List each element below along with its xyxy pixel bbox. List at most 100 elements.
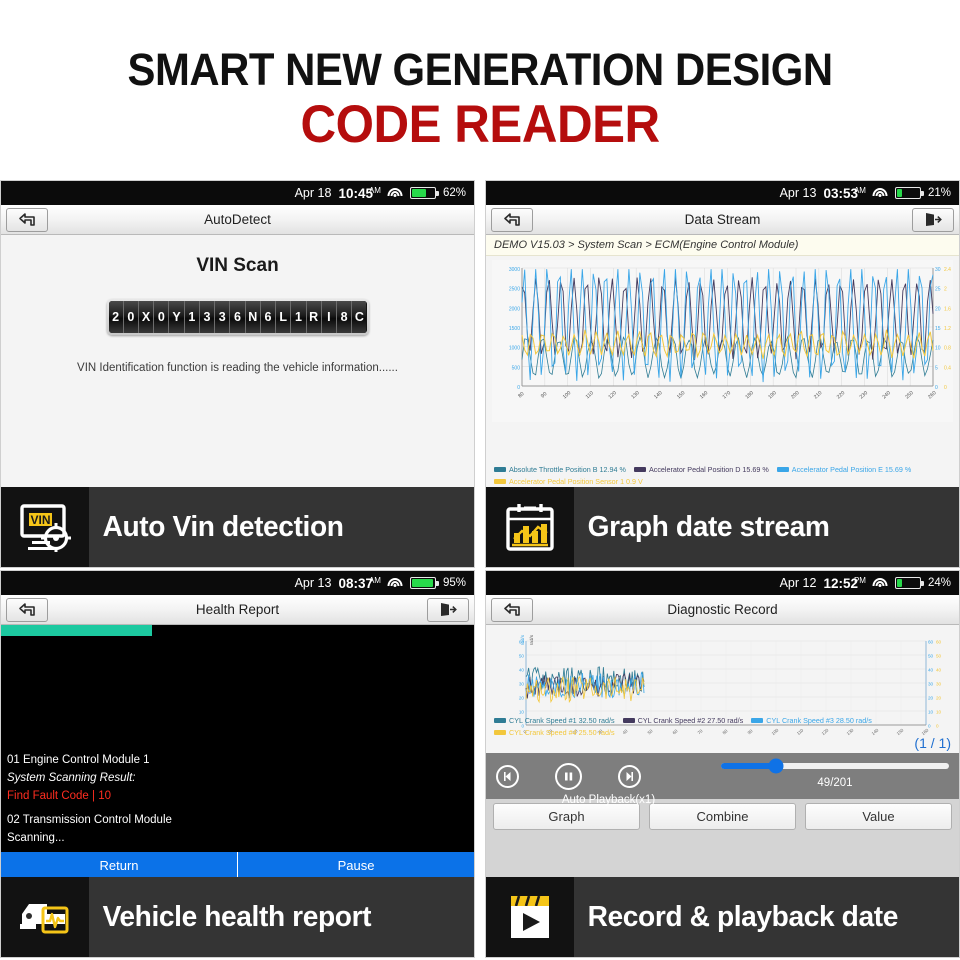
caption-data-stream: Graph date stream: [486, 487, 959, 567]
svg-text:20: 20: [928, 696, 934, 701]
svg-text:50: 50: [928, 654, 934, 659]
scan-console: 01 Engine Control Module 1 System Scannin…: [1, 625, 474, 879]
status-bar: Apr 18 10:45AM 62%: [1, 181, 474, 205]
scan-log: 01 Engine Control Module 1 System Scannin…: [1, 636, 474, 852]
bottom-filler: [486, 835, 959, 879]
legend-label: Absolute Throttle Position B 12.94 %: [509, 465, 626, 474]
legend-label: CYL Crank Speed #1 32.50 rad/s: [509, 716, 615, 725]
combine-button[interactable]: Combine: [649, 803, 796, 830]
status-time-group: 03:53AM: [823, 186, 866, 201]
svg-text:30: 30: [519, 682, 525, 687]
promo-header: SMART NEW GENERATION DESIGN CODE READER: [0, 0, 960, 180]
log-spacer: [7, 805, 468, 812]
svg-text:500: 500: [512, 365, 521, 371]
back-arrow-icon: [504, 213, 520, 226]
vin-character-4: Y: [169, 301, 185, 333]
status-time-group: 12:52PM: [823, 576, 866, 591]
scan-progress-fill: [1, 625, 153, 636]
exit-button[interactable]: [912, 207, 954, 232]
caption-label: Graph date stream: [587, 510, 830, 543]
data-stream-chart[interactable]: 3000 30 2.42500 25 22000 20 1.61500 15 1.21000 10…: [492, 260, 953, 422]
panel-health-report: Apr 13 08:37AM 95% Health Report 01 Engi…: [0, 570, 475, 958]
device-screen-auto-vin: Apr 18 10:45AM 62% AutoDetect VIN Scan 2…: [1, 181, 474, 489]
back-button[interactable]: [6, 207, 48, 232]
svg-text:20: 20: [519, 696, 525, 701]
vin-character-11: L: [276, 301, 292, 333]
page-title: AutoDetect: [204, 212, 271, 227]
battery-icon: [409, 187, 439, 199]
svg-text:rad/s: rad/s: [529, 634, 534, 645]
legend-swatch: [751, 718, 764, 723]
step-forward-icon[interactable]: [618, 764, 641, 788]
exit-icon: [926, 213, 942, 226]
return-button[interactable]: Return: [1, 852, 238, 879]
wifi-icon: [872, 187, 888, 199]
playback-slider[interactable]: [721, 758, 949, 774]
legend-item: Accelerator Pedal Position E 15.69 %: [776, 465, 911, 474]
record-chart-area: rad/s rad/s 60 60 60 50 50 50 40 40 40 30 30 30 20 20 20…: [486, 625, 959, 753]
back-button[interactable]: [491, 597, 533, 622]
svg-text:0: 0: [935, 385, 938, 391]
svg-text:15: 15: [935, 326, 941, 332]
pause-icon[interactable]: [555, 762, 582, 790]
graph-button[interactable]: Graph: [493, 803, 640, 830]
caption-label: Auto Vin detection: [102, 510, 344, 543]
svg-text:50: 50: [936, 654, 942, 659]
legend-label: Accelerator Pedal Position Sensor 1 0.9 …: [509, 477, 643, 486]
scan-log-line: 01 Engine Control Module 1: [7, 753, 150, 766]
page-title: Data Stream: [684, 212, 761, 227]
caption-label: Record & playback date: [587, 900, 899, 933]
scan-log-line: 02 Transmission Control Module: [7, 814, 172, 827]
legend-label: CYL Crank Speed #2 27.50 rad/s: [637, 716, 744, 725]
svg-text:40: 40: [519, 668, 525, 673]
svg-text:1.2: 1.2: [944, 326, 951, 332]
svg-text:1000: 1000: [509, 346, 520, 352]
step-back-icon[interactable]: [496, 764, 519, 788]
status-bar: Apr 13 08:37AM 95%: [1, 571, 474, 595]
legend-item: CYL Crank Speed #2 27.50 rad/s: [622, 716, 744, 725]
frame-counter: 49/201: [817, 777, 853, 789]
playback-mode-label: Auto Playback(x1): [561, 793, 656, 806]
vin-character-16: C: [352, 301, 367, 333]
chart-legend: CYL Crank Speed #1 32.50 rad/s CYL Crank …: [494, 716, 953, 737]
playback-progress: 49/201: [721, 758, 949, 789]
panel-diagnostic-record: Apr 12 12:52PM 24% Diagnostic Record rad…: [485, 570, 960, 958]
page-title: Health Report: [195, 602, 280, 617]
data-stream-chart-body: 3000 30 2.4 2500 25 2 2000 20 1.6 1500 15 1.2 1000 10…: [486, 256, 959, 489]
svg-text:5: 5: [935, 365, 938, 371]
svg-text:2: 2: [944, 287, 947, 293]
panel-grid: Apr 18 10:45AM 62% AutoDetect VIN Scan 2…: [0, 180, 960, 960]
value-button[interactable]: Value: [805, 803, 952, 830]
car-health-icon: [1, 877, 89, 957]
vin-character-13: R: [306, 301, 322, 333]
svg-text:20: 20: [935, 306, 941, 312]
clapperboard-play-icon: [486, 877, 574, 957]
pause-button[interactable]: Pause: [238, 852, 474, 879]
slider-knob[interactable]: [768, 758, 784, 774]
legend-item: CYL Crank Speed #1 32.50 rad/s: [494, 716, 615, 725]
scan-log-line: Scanning...: [7, 832, 65, 845]
legend-label: CYL Crank Speed #3 28.50 rad/s: [766, 716, 872, 725]
vin-character-7: 3: [215, 301, 231, 333]
exit-button[interactable]: [427, 597, 469, 622]
action-buttons: Return Pause: [1, 852, 474, 879]
page-title: Diagnostic Record: [667, 602, 778, 617]
vin-character-14: I: [321, 301, 338, 333]
legend-item: Accelerator Pedal Position D 15.69 %: [633, 465, 769, 474]
back-arrow-icon: [19, 213, 35, 226]
vin-character-10: 6: [260, 301, 277, 333]
svg-text:60: 60: [519, 640, 525, 645]
vin-characters: 20X0Y1336N6L1RI8C: [108, 301, 367, 333]
back-button[interactable]: [491, 207, 533, 232]
back-button[interactable]: [6, 597, 48, 622]
vin-status-text: VIN Identification function is reading t…: [77, 362, 398, 374]
svg-text:0: 0: [517, 385, 520, 391]
svg-text:50: 50: [519, 654, 525, 659]
transport-controls: Auto Playback(x1): [496, 762, 721, 806]
panel-auto-vin: Apr 18 10:45AM 62% AutoDetect VIN Scan 2…: [0, 180, 475, 568]
chart-wrap: 3000 30 2.4 2500 25 2 2000 20 1.6 1500 15 1.2 1000 10…: [486, 256, 959, 489]
svg-text:10: 10: [936, 710, 942, 715]
svg-text:20: 20: [936, 696, 942, 701]
header-line-2: CODE READER: [300, 94, 660, 154]
vin-character-0: 2: [108, 301, 124, 333]
